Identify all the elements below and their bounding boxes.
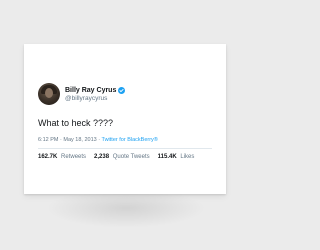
quote-tweets-stat: 2,238 Quote Tweets [94,154,150,160]
likes-stat: 115.4K Likes [158,154,195,160]
display-name: Billy Ray Cyrus [65,86,117,94]
display-name-row: Billy Ray Cyrus [65,85,126,95]
tweet-time: 6:12 PM [38,137,59,143]
retweets-label: Retweets [61,154,87,160]
tweet-stats: 162.7K Retweets 2,238 Quote Tweets 115.4… [38,154,202,160]
likes-count: 115.4K [157,154,177,160]
tweet-poster: Billy Ray Cyrus @billyraycyrus What to h… [24,44,226,194]
tweet-source: Twitter for BlackBerry® [101,137,158,143]
verified-badge-icon [118,86,126,94]
author-names: Billy Ray Cyrus @billyraycyrus [65,85,126,103]
avatar-face [45,88,53,98]
tweet-meta: 6:12 PM · May 18, 2013 · Twitter for Bla… [38,137,158,143]
tweet-text: What to heck ???? [38,118,114,128]
user-handle: @billyraycyrus [65,95,108,103]
product-frame: Billy Ray Cyrus @billyraycyrus What to h… [0,0,250,250]
avatar [38,83,60,105]
retweets-stat: 162.7K Retweets [38,154,86,160]
poster-shadow [46,188,206,228]
meta-separator-2: · [98,137,101,143]
retweets-count: 162.7K [38,154,58,160]
tweet-header: Billy Ray Cyrus @billyraycyrus [38,83,126,105]
quote-tweets-label: Quote Tweets [112,154,150,160]
quote-tweets-count: 2,238 [94,154,110,160]
stats-divider [38,148,212,149]
tweet-date: May 18, 2013 [63,137,97,143]
likes-label: Likes [180,154,195,160]
meta-separator-1: · [60,137,62,143]
